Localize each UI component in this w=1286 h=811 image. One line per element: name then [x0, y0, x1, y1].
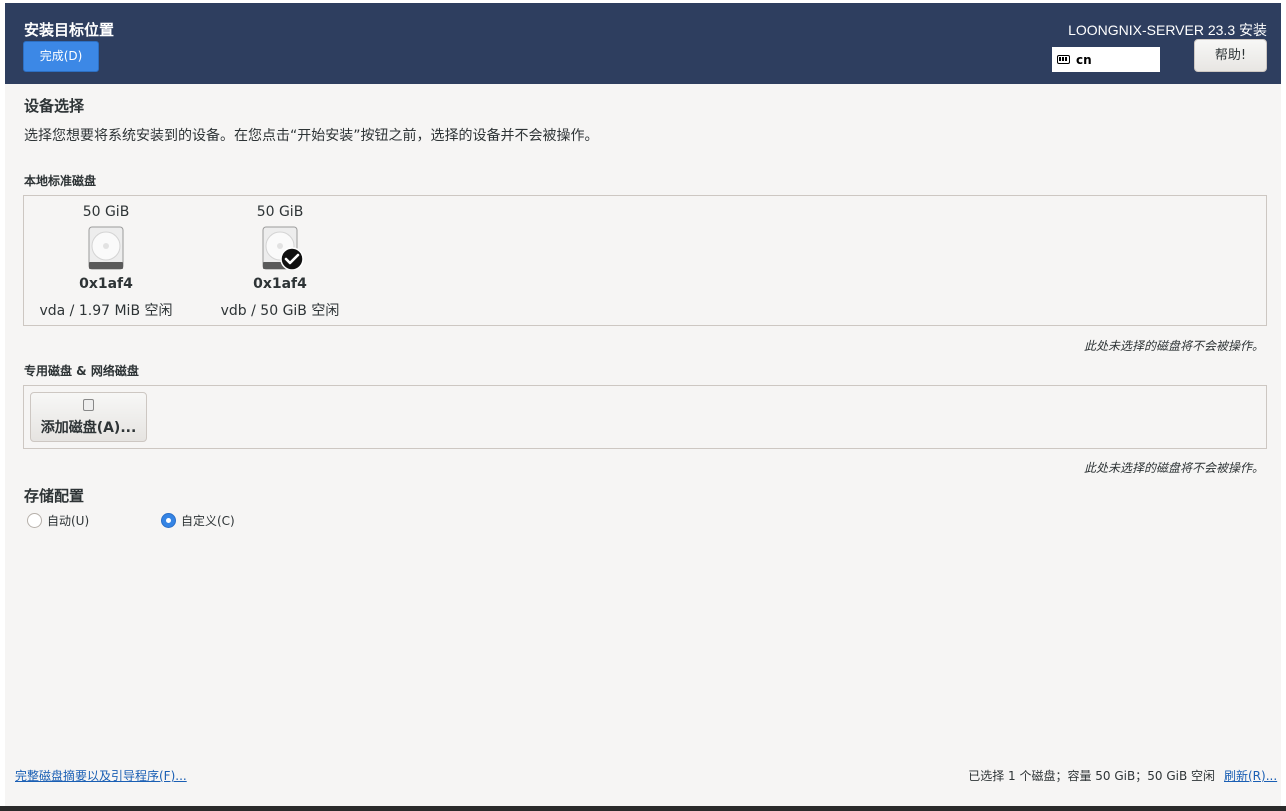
local-disks-panel: 50 GiB 0x1af4 vda / 1.97 MiB 空闲 50 GiB 0… — [23, 195, 1267, 326]
radio-label: 自动(U) — [47, 514, 90, 528]
special-disks-panel: 添加磁盘(A)... — [23, 385, 1267, 449]
done-button[interactable]: 完成(D) — [23, 41, 99, 72]
disk-info: vdb / 50 GiB 空闲 — [220, 303, 340, 319]
refresh-link[interactable]: 刷新(R)... — [1224, 767, 1277, 784]
disk-name: 0x1af4 — [253, 276, 307, 292]
local-disks-note: 此处未选择的磁盘将不会被操作。 — [1083, 339, 1264, 353]
selection-summary: 已选择 1 个磁盘；容量 50 GiB；50 GiB 空闲 — [968, 769, 1215, 783]
keyboard-icon — [1057, 55, 1070, 64]
radio-button-on[interactable] — [161, 513, 176, 528]
header-bar: 安装目标位置 完成(D) LOONGNIX-SERVER 23.3 安装 cn … — [5, 3, 1281, 84]
keyboard-layout-label: cn — [1076, 52, 1092, 67]
disk-size: 50 GiB — [256, 204, 304, 220]
add-disk-label: 添加磁盘(A)... — [40, 420, 137, 436]
storage-config-title: 存储配置 — [24, 487, 85, 505]
add-disk-button[interactable]: 添加磁盘(A)... — [30, 392, 147, 442]
keyboard-layout-indicator[interactable]: cn — [1052, 47, 1160, 72]
disk-icon — [83, 399, 94, 411]
hard-disk-icon — [88, 226, 124, 270]
device-selection-description: 选择您想要将系统安装到的设备。在您点击“开始安装”按钮之前，选择的设备并不会被操… — [24, 128, 599, 144]
disk-name: 0x1af4 — [79, 276, 133, 292]
special-disks-note: 此处未选择的磁盘将不会被操作。 — [1083, 461, 1264, 475]
help-button[interactable]: 帮助! — [1194, 39, 1267, 72]
special-disks-label: 专用磁盘 & 网络磁盘 — [24, 364, 139, 378]
disk-info: vda / 1.97 MiB 空闲 — [39, 303, 173, 319]
radio-label: 自定义(C) — [181, 514, 235, 528]
device-selection-title: 设备选择 — [24, 97, 85, 115]
full-disk-summary-link[interactable]: 完整磁盘摘要以及引导程序(F)... — [15, 767, 187, 784]
taskbar-strip — [0, 806, 1286, 811]
radio-automatic[interactable]: 自动(U) — [27, 512, 89, 529]
product-title: LOONGNIX-SERVER 23.3 安装 — [1068, 22, 1267, 38]
spoke-title: 安装目标位置 — [24, 21, 115, 39]
local-disks-label: 本地标准磁盘 — [24, 174, 97, 188]
hard-disk-icon — [262, 226, 304, 270]
installer-window: 安装目标位置 完成(D) LOONGNIX-SERVER 23.3 安装 cn … — [5, 3, 1281, 806]
radio-button-off[interactable] — [27, 513, 42, 528]
radio-custom[interactable]: 自定义(C) — [161, 512, 235, 529]
disk-size: 50 GiB — [82, 204, 130, 220]
checkmark-icon — [280, 247, 304, 270]
